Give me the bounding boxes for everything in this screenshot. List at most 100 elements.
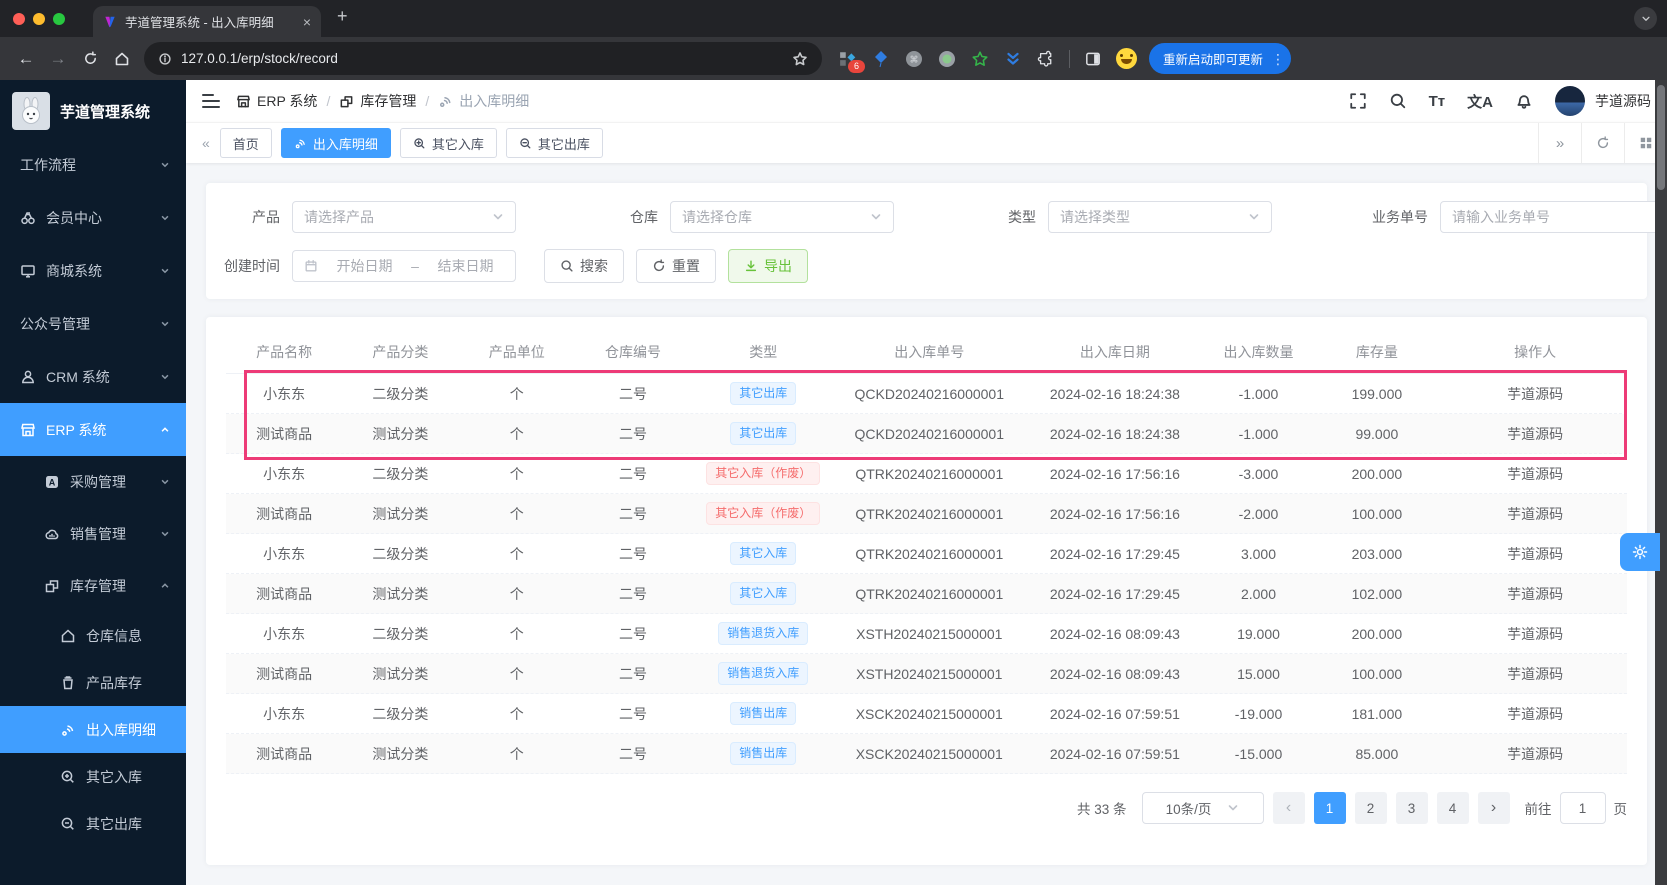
date-range-picker[interactable]: 开始日期 – 结束日期: [292, 250, 516, 282]
tags-scroll-right-icon[interactable]: »: [1538, 123, 1581, 163]
notification-bell-icon[interactable]: [1515, 92, 1533, 110]
extensions-puzzle-icon[interactable]: [1036, 49, 1056, 69]
page-button-4[interactable]: 4: [1436, 792, 1469, 824]
filter-bizno: 业务单号 请输入业务单号: [1358, 201, 1664, 233]
sidebar-item-workflow[interactable]: 工作流程: [0, 138, 186, 191]
new-tab-button[interactable]: +: [337, 6, 348, 31]
sidebar-item-warehouse-info[interactable]: 仓库信息: [0, 612, 186, 659]
page-button-2[interactable]: 2: [1354, 792, 1387, 824]
reset-button[interactable]: 重置: [636, 249, 716, 283]
tab-出入库明细[interactable]: 出入库明细: [280, 128, 391, 158]
tab-search-caret-icon[interactable]: [1634, 7, 1657, 30]
window-scrollbar[interactable]: [1655, 80, 1667, 885]
table-row[interactable]: 小东东 二级分类 个 二号 其它出库 QCKD20240216000001 2024-02-…: [226, 374, 1627, 414]
product-select[interactable]: 请选择产品: [292, 201, 516, 233]
table-row[interactable]: 测试商品 测试分类 个 二号 其它出库 QCKD20240216000001 2024-02…: [226, 414, 1627, 454]
scrollbar-thumb[interactable]: [1657, 85, 1665, 190]
profile-avatar-icon[interactable]: [1116, 48, 1137, 69]
tags-scroll-left-icon[interactable]: «: [192, 135, 220, 151]
tab-其它出库[interactable]: 其它出库: [505, 128, 603, 158]
sidebar-item-other-out[interactable]: 其它出库: [0, 800, 186, 847]
app-logo-row[interactable]: 芋道管理系统: [0, 80, 186, 136]
export-button[interactable]: 导出: [728, 249, 808, 283]
product-name-cell: 小东东: [263, 625, 306, 642]
collapse-menu-icon[interactable]: [202, 94, 220, 108]
bizno-input[interactable]: 请输入业务单号: [1440, 201, 1664, 233]
font-size-icon[interactable]: Tт: [1429, 93, 1446, 110]
sidebar-item-other-in[interactable]: 其它入库: [0, 753, 186, 800]
back-icon[interactable]: ←: [10, 43, 42, 75]
pagination: 共 33 条 10条/页 ‹ 1234 › 前往 1 页: [226, 792, 1627, 824]
type-select[interactable]: 请选择类型: [1048, 201, 1272, 233]
bookmark-star-icon[interactable]: [792, 51, 808, 67]
sidebar-item-stock-record[interactable]: 出入库明细: [0, 706, 186, 753]
sidebar-item-purchase[interactable]: 采购管理: [0, 456, 186, 508]
table-row[interactable]: 小东东 二级分类 个 二号 销售退货入库 XSTH20240215000001 2024-0…: [226, 614, 1627, 654]
page-button-1[interactable]: 1: [1313, 792, 1346, 824]
next-page-button[interactable]: ›: [1477, 792, 1510, 824]
column-header: 出入库日期: [1079, 344, 1150, 360]
table-row[interactable]: 小东东 二级分类 个 二号 其它入库（作废） QTRK20240216000001 2024…: [226, 454, 1627, 494]
reload-icon[interactable]: [74, 43, 106, 75]
cup-icon: [60, 675, 76, 691]
fullscreen-icon[interactable]: [1349, 92, 1367, 110]
sidebar-item-label: 会员中心: [46, 209, 102, 226]
date-cell: 2024-02-16 07:59:51: [1049, 745, 1180, 762]
window-zoom-button[interactable]: [53, 12, 65, 25]
tab-首页[interactable]: 首页: [219, 128, 272, 158]
user-avatar[interactable]: [1555, 86, 1585, 116]
search-icon[interactable]: [1389, 92, 1407, 110]
sidebar-item-member[interactable]: 会员中心: [0, 191, 186, 244]
close-tab-icon[interactable]: ×: [303, 14, 311, 30]
warehouse-select[interactable]: 请选择仓库: [670, 201, 894, 233]
sidebar-item-crm[interactable]: CRM 系统: [0, 350, 186, 403]
side-panel-icon[interactable]: [1083, 49, 1103, 69]
monitor-icon: [20, 263, 36, 279]
sidebar-item-sales[interactable]: 销售管理: [0, 508, 186, 560]
sidebar-item-mall[interactable]: 商城系统: [0, 244, 186, 297]
extension-double-chevron-icon[interactable]: [1003, 49, 1023, 69]
browser-menu-kebab-icon[interactable]: ⋮: [1271, 52, 1285, 66]
address-bar[interactable]: 127.0.0.1/erp/stock/record: [144, 42, 822, 75]
browser-tab-title: 芋道管理系统 - 出入库明细: [125, 16, 274, 30]
goto-page-input[interactable]: 1: [1559, 792, 1606, 824]
extension-kite-icon[interactable]: [871, 49, 891, 69]
prev-page-button[interactable]: ‹: [1272, 792, 1305, 824]
table-row[interactable]: 测试商品 测试分类 个 二号 其它入库 QTRK20240216000001 2024-02…: [226, 574, 1627, 614]
extension-gray-circle-icon[interactable]: ⌘: [904, 49, 924, 69]
theme-settings-button[interactable]: [1620, 533, 1660, 571]
page-button-3[interactable]: 3: [1395, 792, 1428, 824]
breadcrumb-item[interactable]: ERP 系统: [236, 91, 317, 111]
window-minimize-button[interactable]: [33, 12, 45, 25]
extension-adblock-icon[interactable]: 6: [838, 49, 865, 73]
table-row[interactable]: 测试商品 测试分类 个 二号 销售出库 XSCK20240215000001 2024-02…: [226, 734, 1627, 774]
toolbar-divider: [1069, 49, 1070, 68]
translate-icon[interactable]: 文A: [1467, 91, 1493, 112]
sidebar-item-stock[interactable]: 库存管理: [0, 560, 186, 612]
gear-icon: [1631, 543, 1649, 561]
table-row[interactable]: 小东东 二级分类 个 二号 其它入库 QTRK20240216000001 2024-02-…: [226, 534, 1627, 574]
sidebar-item-erp[interactable]: ERP 系统: [0, 403, 186, 456]
page-size-select[interactable]: 10条/页: [1141, 792, 1264, 824]
forward-icon[interactable]: →: [42, 43, 74, 75]
window-close-button[interactable]: [13, 12, 25, 25]
unit-cell: 个: [509, 465, 524, 482]
home-icon[interactable]: [106, 43, 138, 75]
search-button[interactable]: 搜索: [544, 249, 624, 283]
breadcrumb-item[interactable]: 库存管理: [339, 91, 416, 111]
site-info-icon[interactable]: [158, 52, 172, 66]
sidebar-item-product-stock[interactable]: 产品库存: [0, 659, 186, 706]
extension-green-dot-icon[interactable]: [937, 49, 957, 69]
username[interactable]: 芋道源码: [1595, 91, 1651, 111]
table-row[interactable]: 测试商品 测试分类 个 二号 销售退货入库 XSTH20240215000001 2024-…: [226, 654, 1627, 694]
sidebar-item-mp[interactable]: 公众号管理: [0, 297, 186, 350]
browser-tab[interactable]: 芋道管理系统 - 出入库明细 ×: [93, 6, 321, 37]
table-row[interactable]: 小东东 二级分类 个 二号 销售出库 XSCK20240215000001 2024-02-…: [226, 694, 1627, 734]
browser-update-button[interactable]: 重新启动即可更新 ⋮: [1149, 43, 1292, 74]
tab-其它入库[interactable]: 其它入库: [399, 128, 497, 158]
tags-refresh-icon[interactable]: [1581, 123, 1624, 163]
table-row[interactable]: 测试商品 测试分类 个 二号 其它入库（作废） QTRK20240216000001 202…: [226, 494, 1627, 534]
type-badge: 其它入库（作废）: [706, 462, 821, 485]
extension-green-star-icon[interactable]: [970, 49, 990, 69]
warehouse-cell: 二号: [618, 745, 647, 762]
